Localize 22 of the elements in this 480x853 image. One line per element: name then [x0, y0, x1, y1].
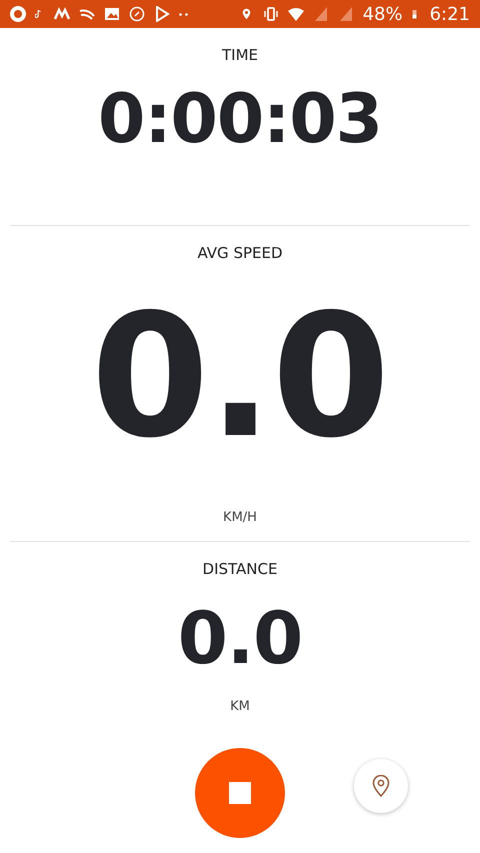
clock: 6:21 — [430, 4, 470, 24]
stat-value: 0.0 — [90, 292, 390, 462]
unit-label: KM/H — [223, 510, 257, 525]
more-icon — [179, 12, 188, 16]
no-signal-icon — [338, 6, 354, 22]
m-icon — [54, 6, 70, 22]
location-button[interactable] — [354, 759, 408, 813]
stat-label: AVG SPEED — [197, 244, 283, 262]
location-pin-icon — [372, 775, 390, 797]
image-icon — [104, 6, 120, 22]
battery-percentage: 48% — [362, 4, 403, 24]
stat-value: 0.0 — [178, 602, 302, 674]
play-store-icon — [154, 6, 170, 22]
ring-icon — [10, 6, 26, 22]
unit-label: KM — [230, 699, 250, 714]
stat-label: TIME — [222, 46, 258, 64]
stop-icon — [229, 782, 251, 804]
stat-label: DISTANCE — [202, 560, 278, 578]
wifi-icon — [288, 6, 304, 22]
no-signal-icon — [312, 6, 329, 22]
vibrate-icon — [262, 6, 279, 22]
stat-value: 0:00:03 — [98, 86, 382, 154]
